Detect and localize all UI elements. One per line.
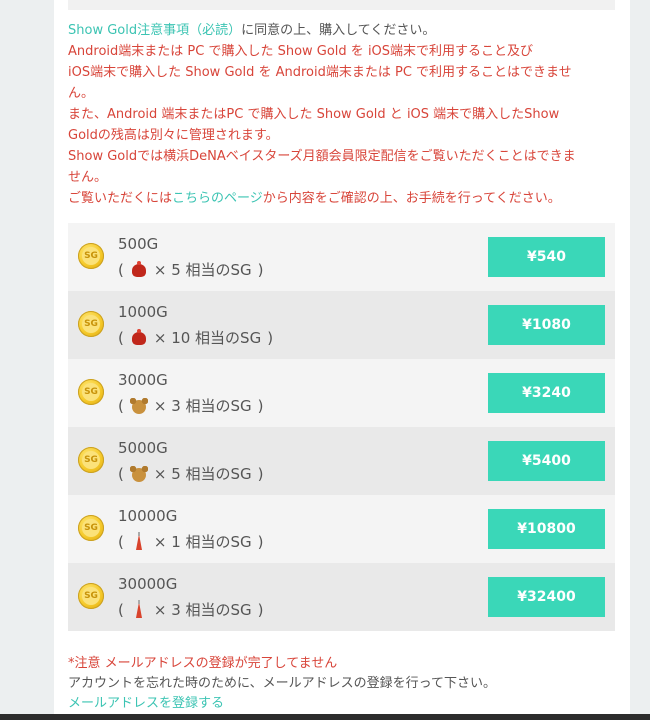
paren-close: ) (257, 260, 264, 279)
bear-icon (129, 397, 148, 415)
paren-open: ( (118, 464, 124, 483)
notice-line1: に同意の上、購入してください。 (241, 23, 436, 38)
buy-button-3000[interactable]: ¥3240 (488, 373, 605, 413)
notice-line8: せん。 (68, 170, 108, 185)
notice-line9-post: から内容をご確認の上、お手続を行ってください。 (262, 191, 561, 206)
buy-button-1000[interactable]: ¥1080 (488, 305, 605, 345)
coin-icon: SG (78, 447, 104, 473)
coin-icon: SG (78, 515, 104, 541)
plan-count: × 3 相当のSG (153, 601, 252, 619)
notice-line6: Goldの残高は別々に管理されます。 (68, 128, 279, 143)
notice-line9-pre: ご覧いただくには (68, 191, 173, 206)
notice-page-link[interactable]: こちらのページ (172, 191, 263, 206)
top-strip (68, 0, 615, 10)
tower-icon (130, 531, 148, 551)
coin-icon-label: SG (82, 587, 100, 605)
notice-line5: また、Android 端末またはPC で購入した Show Gold と iOS… (68, 107, 560, 122)
paren-open: ( (118, 260, 124, 279)
register-email-link[interactable]: メールアドレスを登録する (68, 694, 614, 714)
plan-count: × 3 相当のSG (153, 397, 252, 415)
email-registration-notice: *注意 メールアドレスの登録が完了してません アカウントを忘れた時のために、メー… (68, 654, 614, 714)
paren-open: ( (118, 328, 124, 347)
purchase-notice: Show Gold注意事項（必読）に同意の上、購入してください。 Android… (68, 20, 614, 209)
coin-icon-label: SG (82, 383, 100, 401)
coin-icon-label: SG (82, 519, 100, 537)
coin-icon: SG (78, 311, 104, 337)
plan-row: SG 30000G ( × 3 相当のSG ) ¥32400 (68, 563, 615, 631)
notice-terms-link[interactable]: Show Gold注意事項（必読） (68, 23, 241, 38)
plan-row: SG 500G ( × 5 相当のSG ) ¥540 (68, 223, 615, 291)
hat-icon (130, 328, 148, 347)
plan-equivalent: ( × 10 相当のSG ) (118, 327, 273, 348)
coin-icon: SG (78, 379, 104, 405)
paren-open: ( (118, 532, 124, 551)
plan-gold-amount: 30000G (118, 575, 178, 593)
plan-equivalent: ( × 3 相当のSG ) (118, 599, 264, 620)
tower-icon (130, 599, 148, 619)
plan-row: SG 1000G ( × 10 相当のSG ) ¥1080 (68, 291, 615, 359)
plan-row: SG 3000G ( × 3 相当のSG ) ¥3240 (68, 359, 615, 427)
coin-icon: SG (78, 583, 104, 609)
paren-close: ) (257, 532, 264, 551)
plan-equivalent: ( × 5 相当のSG ) (118, 259, 264, 280)
paren-close: ) (257, 600, 264, 619)
notice-line4: ん。 (68, 86, 95, 101)
notice-line3: iOS端末で購入した Show Gold を Android端末または PC で… (68, 65, 572, 80)
plan-equivalent: ( × 3 相当のSG ) (118, 395, 264, 416)
coin-icon-label: SG (82, 451, 100, 469)
plan-gold-amount: 1000G (118, 303, 168, 321)
coin-icon-label: SG (82, 247, 100, 265)
plan-row: SG 5000G ( × 5 相当のSG ) ¥5400 (68, 427, 615, 495)
plan-gold-amount: 3000G (118, 371, 168, 389)
coin-icon: SG (78, 243, 104, 269)
paren-open: ( (118, 600, 124, 619)
plan-row: SG 10000G ( × 1 相当のSG ) ¥10800 (68, 495, 615, 563)
paren-close: ) (257, 464, 264, 483)
bear-icon (129, 465, 148, 483)
hat-icon (130, 260, 148, 279)
buy-button-30000[interactable]: ¥32400 (488, 577, 605, 617)
plan-list: SG 500G ( × 5 相当のSG ) ¥540 SG 1000G ( × … (68, 223, 615, 631)
plan-count: × 1 相当のSG (153, 533, 252, 551)
plan-gold-amount: 10000G (118, 507, 178, 525)
coin-icon-label: SG (82, 315, 100, 333)
plan-equivalent: ( × 1 相当のSG ) (118, 531, 264, 552)
paren-close: ) (267, 328, 274, 347)
buy-button-5000[interactable]: ¥5400 (488, 441, 605, 481)
plan-gold-amount: 5000G (118, 439, 168, 457)
buy-button-10000[interactable]: ¥10800 (488, 509, 605, 549)
paren-close: ) (257, 396, 264, 415)
plan-gold-amount: 500G (118, 235, 159, 253)
plan-equivalent: ( × 5 相当のSG ) (118, 463, 264, 484)
email-info: アカウントを忘れた時のために、メールアドレスの登録を行って下さい。 (68, 676, 496, 691)
plan-count: × 5 相当のSG (153, 465, 252, 483)
buy-button-500[interactable]: ¥540 (488, 237, 605, 277)
notice-line2: Android端末または PC で購入した Show Gold を iOS端末で… (68, 44, 534, 59)
bottom-bar (0, 714, 650, 720)
plan-count: × 10 相当のSG (153, 329, 262, 347)
notice-line7: Show Goldでは横浜DeNAベイスターズ月額会員限定配信をご覧いただくこと… (68, 149, 576, 164)
paren-open: ( (118, 396, 124, 415)
plan-count: × 5 相当のSG (153, 261, 252, 279)
email-warning: *注意 メールアドレスの登録が完了してません (68, 656, 338, 671)
